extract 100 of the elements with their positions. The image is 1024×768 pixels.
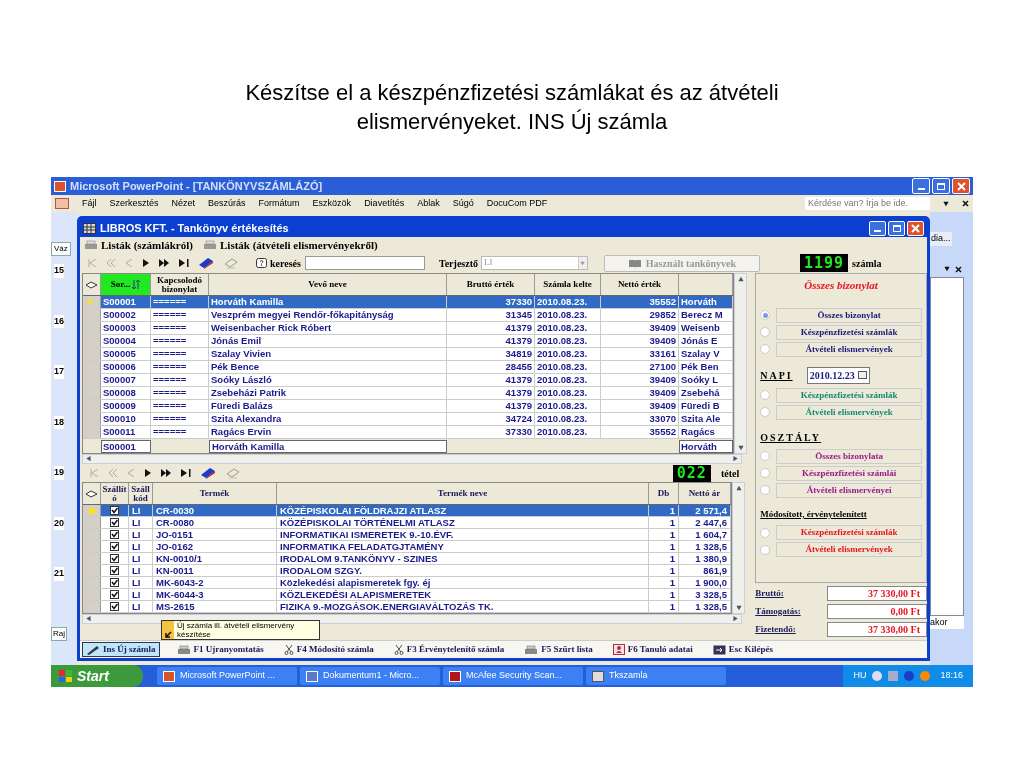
menu-item[interactable]: Listák (átvételi elismervényekről) (220, 236, 378, 254)
scroll-right-icon[interactable] (733, 456, 739, 462)
filter-field[interactable]: Horváth (679, 439, 733, 453)
checkbox[interactable] (110, 518, 119, 527)
table-row[interactable]: LI MS-2615 FIZIKA 9.-MOZGÁSOK.ENERGIAVÁLTOZÁS TK. 1 1 328,5 (83, 601, 731, 613)
menu-item[interactable]: Diavetítés (364, 196, 405, 211)
radio-button[interactable] (760, 544, 771, 555)
table-row[interactable]: S00010 ====== Szita Alexandra 34724 2010.08.23. 33070 Szita Ale (83, 413, 733, 426)
table-row[interactable]: S00004 ====== Jónás Emil 41379 2010.08.23. 39409 Jónás E (83, 335, 733, 348)
taskbar-button[interactable]: McAfee Security Scan... (443, 667, 583, 685)
table-row[interactable]: S00008 ====== Zsebeházi Patrik 41379 2010.08.23. 39409 Zsebehá (83, 387, 733, 400)
column-header[interactable]: Száll kód (129, 483, 153, 504)
scroll-up-icon[interactable] (735, 485, 742, 491)
scroll-left-icon[interactable] (85, 456, 91, 462)
menu-item[interactable]: Súgó (452, 196, 474, 211)
radio-button[interactable] (760, 451, 771, 461)
table-row[interactable]: S00001 ====== Horváth Kamilla 37330 2010.08.23. 35552 Horváth (83, 296, 733, 309)
next-record-icon[interactable] (144, 469, 152, 477)
scroll-right-icon[interactable] (733, 616, 739, 622)
column-header[interactable]: Db (649, 483, 679, 504)
table-row[interactable]: S00007 ====== Soóky László 41379 2010.08.23. 39409 Soóky L (83, 374, 733, 387)
close-button[interactable] (952, 178, 970, 194)
function-key-button[interactable]: Ins Új számla (82, 642, 160, 657)
table-row[interactable]: LI JO-0162 INFORMATIKA FELADATGJTAMÉNY 1 1 328,5 (83, 541, 731, 553)
column-header[interactable]: Vevő neve (209, 274, 447, 295)
table-row[interactable]: S00009 ====== Füredi Balázs 41379 2010.08.23. 39409 Füredi B (83, 400, 733, 413)
start-button[interactable]: Start (51, 665, 143, 687)
next-page-icon[interactable] (161, 469, 172, 477)
next-record-icon[interactable] (142, 259, 150, 267)
menu-item[interactable]: Fájl (82, 196, 97, 211)
menu-item[interactable]: Szerkesztés (109, 196, 159, 211)
table-row[interactable]: LI CR-0030 KÖZÉPISKOLAI FÖLDRAJZI ATLASZ 1 2 571,4 (83, 505, 731, 517)
filter-option[interactable]: Összes bizonylat (776, 307, 922, 323)
last-record-icon[interactable] (181, 469, 191, 477)
checkbox[interactable] (110, 566, 119, 575)
help-search-field[interactable]: Kérdése van? Írja be ide. (805, 196, 930, 211)
column-header[interactable]: Szállító (101, 483, 129, 504)
filter-option[interactable]: Készpénzfizetési számlái (776, 465, 922, 481)
table-row[interactable]: S00006 ====== Pék Bence 28455 2010.08.23. 27100 Pék Ben (83, 361, 733, 374)
date-field[interactable]: 2010.12.23 (806, 366, 870, 384)
table-row[interactable]: LI MK-6043-2 Közlekedési alapismeretek fgy. éj 1 1 900,0 (83, 577, 731, 589)
function-key-button[interactable]: F1 Ujranyomtatás (173, 642, 267, 657)
maximize-button[interactable] (932, 178, 950, 194)
radio-button[interactable] (760, 527, 771, 538)
filter-option[interactable]: Készpénzfizetési számlák (776, 387, 922, 403)
column-header[interactable]: Kapcsolodó bizonylat (151, 274, 209, 295)
close-button[interactable] (907, 220, 924, 236)
radio-button[interactable] (760, 390, 771, 400)
radio-button[interactable] (760, 310, 771, 320)
checkbox[interactable] (110, 506, 119, 515)
radio-button[interactable] (760, 344, 771, 354)
filter-option[interactable]: Átvételi elismervényei (776, 482, 922, 498)
close-icon[interactable] (962, 200, 969, 207)
filter-option[interactable]: Átvételi elismervények (776, 341, 922, 357)
table-row[interactable]: S00005 ====== Szalay Vivien 34819 2010.08.23. 33161 Szalay V (83, 348, 733, 361)
search-field[interactable] (304, 256, 425, 270)
filter-field[interactable]: Horváth Kamilla (209, 439, 447, 453)
minimize-button[interactable] (869, 220, 886, 236)
checkbox[interactable] (110, 554, 119, 563)
function-key-button[interactable]: F4 Módosító számla (280, 642, 377, 657)
checkbox[interactable] (110, 590, 119, 599)
filter-option[interactable]: Készpénzfizetési számlák (776, 525, 922, 540)
menu-item[interactable]: DocuCom PDF (486, 196, 548, 211)
filter-option[interactable]: Készpénzfizetési számlák (776, 324, 922, 340)
menu-item[interactable]: Nézet (171, 196, 196, 211)
menu-item[interactable]: Beszúrás (208, 196, 246, 211)
filter-option[interactable]: Összes bizonylata (776, 448, 922, 464)
outline-tab[interactable]: Váz (51, 242, 71, 256)
table-row[interactable]: LI KN-0010/1 IRODALOM 9.TANKÖNYV - SZINES 1 1 380,9 (83, 553, 731, 565)
dropdown-icon[interactable] (943, 200, 949, 207)
column-header[interactable]: Számla kelte (535, 274, 601, 295)
scroll-down-icon[interactable] (735, 605, 742, 611)
table-row[interactable]: LI MK-6044-3 KÖZLEKEDÉSI ALAPISMERETEK 1 3 328,5 (83, 589, 731, 601)
scroll-up-icon[interactable] (737, 276, 744, 282)
filter-field[interactable]: S00001 (101, 439, 151, 453)
column-header[interactable]: Nettó érték (601, 274, 679, 295)
function-key-button[interactable]: Esc Kilépés (709, 642, 777, 657)
column-header[interactable]: Nettó ár (679, 483, 731, 504)
close-icon[interactable] (955, 265, 962, 273)
last-record-icon[interactable] (179, 259, 189, 267)
function-key-button[interactable]: F6 Tanuló adatai (609, 642, 696, 657)
checkbox[interactable] (110, 578, 119, 587)
checkbox[interactable] (110, 542, 119, 551)
column-header[interactable]: Bruttó érték (447, 274, 535, 295)
function-key-button[interactable]: F3 Érvénytelenítő számla (390, 642, 508, 657)
radio-button[interactable] (760, 327, 771, 337)
drawing-tab[interactable]: Raj (51, 627, 67, 641)
menu-item[interactable]: Ablak (417, 196, 440, 211)
taskbar-button[interactable]: Tkszamla (586, 667, 726, 685)
scroll-down-icon[interactable] (737, 445, 744, 451)
column-header[interactable]: Termék (153, 483, 277, 504)
column-header[interactable]: Sor... (101, 274, 151, 295)
next-page-icon[interactable] (159, 259, 170, 267)
table-row[interactable]: LI JO-0151 INFORMATIKAI ISMERETEK 9.-10.ÉVF. 1 1 604,7 (83, 529, 731, 541)
radio-button[interactable] (760, 407, 771, 417)
filter-option[interactable]: Átvételi elismervények (776, 404, 922, 420)
taskbar-button[interactable]: Microsoft PowerPoint ... (157, 667, 297, 685)
scroll-left-icon[interactable] (85, 616, 91, 622)
menu-item[interactable]: Formátum (258, 196, 300, 211)
checkbox[interactable] (110, 602, 119, 611)
